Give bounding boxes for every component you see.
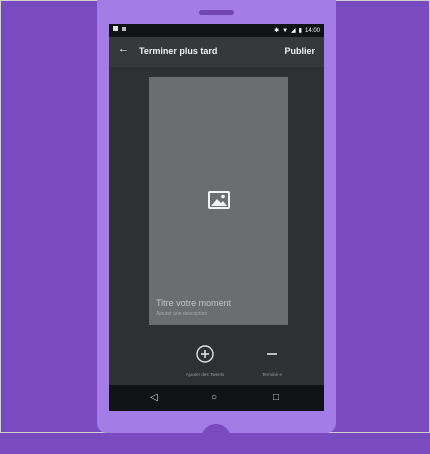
status-time: 14:00 <box>304 27 320 34</box>
moment-cover-card[interactable]: Titre votre moment Ajouter une descripti… <box>149 77 288 325</box>
page-title: Terminer plus tard <box>139 46 218 56</box>
finish-button[interactable]: Terminé·e <box>257 345 287 377</box>
signal-icon: ◢ <box>291 28 296 34</box>
moment-description[interactable]: Ajouter une description <box>156 311 207 317</box>
nav-back-icon[interactable]: ◁ <box>150 392 158 403</box>
app-toolbar: ← Terminer plus tard Publier <box>109 37 324 67</box>
back-arrow-icon[interactable]: ← <box>118 43 129 55</box>
android-nav-bar: ◁ ○ □ <box>109 385 324 411</box>
add-tweets-button[interactable]: Ajouter des Tweets <box>185 345 225 377</box>
moment-title[interactable]: Titre votre moment <box>156 298 231 308</box>
finish-label: Terminé·e <box>261 372 282 377</box>
bluetooth-icon: ✱ <box>274 28 280 34</box>
notification-icon <box>113 26 118 31</box>
notification-icon-2 <box>122 27 126 31</box>
add-tweets-label: Ajouter des Tweets <box>185 372 225 377</box>
publish-button[interactable]: Publier <box>284 46 315 56</box>
phone-home-button <box>201 424 231 454</box>
nav-home-icon[interactable]: ○ <box>211 392 217 403</box>
minus-icon <box>267 353 277 355</box>
phone-screen: ✱ ▼ ◢ ▮ 14:00 ← Terminer plus tard Publi… <box>109 24 324 411</box>
battery-icon: ▮ <box>298 28 302 34</box>
phone-frame: ✱ ▼ ◢ ▮ 14:00 ← Terminer plus tard Publi… <box>97 0 336 454</box>
image-icon[interactable] <box>207 190 231 210</box>
status-bar: ✱ ▼ ◢ ▮ 14:00 <box>109 24 324 37</box>
add-circle-icon <box>196 345 214 363</box>
nav-recents-icon[interactable]: □ <box>273 392 279 403</box>
wifi-icon: ▼ <box>282 27 289 34</box>
phone-speaker <box>199 10 234 15</box>
